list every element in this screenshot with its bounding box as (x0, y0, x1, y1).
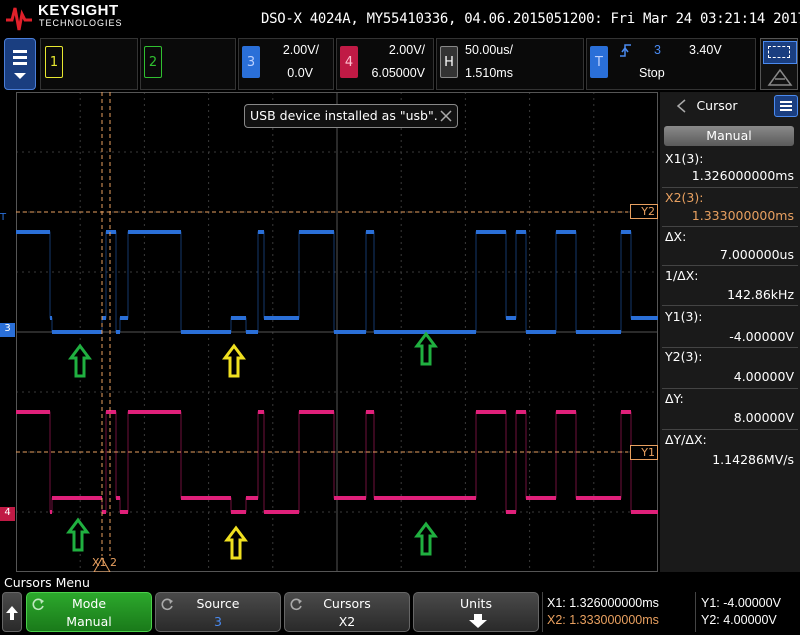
channel-1-number: 1 (45, 46, 63, 78)
horizontal-label: H (440, 46, 458, 78)
arrow-up-icon (6, 606, 18, 620)
arrow-down-icon (469, 614, 487, 628)
list-icon (780, 101, 792, 111)
inv-dx-value: 142.86kHz (727, 287, 794, 302)
inv-dx-label: 1/ΔX: (665, 268, 699, 283)
notification-text: USB device installed as "usb". (250, 108, 438, 123)
readout-y1: Y1: -4.00000V (701, 596, 781, 610)
dx-value: 7.000000us (719, 247, 794, 262)
green-arrow-icon (66, 517, 90, 552)
trigger-source: 3 (654, 43, 661, 57)
horizontal-box[interactable]: H 50.00us/ 1.510ms (436, 38, 584, 90)
y1-label: Y1(3): (665, 309, 703, 324)
trigger-level: 3.40V (689, 43, 722, 57)
mode-value: Manual (66, 614, 112, 629)
divider (662, 187, 798, 188)
source-softkey[interactable]: Source 3 (155, 592, 281, 632)
channel-4-number: 4 (340, 46, 358, 78)
mode-softkey[interactable]: Mode Manual (26, 592, 152, 632)
readout-y2: Y2: 4.00000V (701, 613, 777, 627)
x2-value: 1.333000000ms (691, 208, 794, 223)
channel-3-box[interactable]: 3 2.00V/ 0.0V (238, 38, 334, 90)
brand-subtitle: TECHNOLOGIES (39, 18, 123, 28)
channel-2-number: 2 (144, 46, 162, 78)
waveform-display[interactable] (16, 92, 658, 572)
trigger-marker: T (0, 212, 7, 223)
cursors-softkey[interactable]: Cursors X2 (284, 592, 410, 632)
timebase-value: 50.00us/ (465, 43, 513, 57)
green-arrow-icon (68, 343, 92, 378)
channel-4-box[interactable]: 4 2.00V/ 6.05000V (336, 38, 434, 90)
x1-label: X1(3): (665, 151, 704, 166)
ch3-ground-marker[interactable]: 3 (0, 323, 15, 337)
dx-label: ΔX: (665, 229, 687, 244)
y2-cursor-tag[interactable]: Y2 (630, 204, 658, 219)
divider (662, 429, 798, 430)
green-arrow-icon (414, 521, 438, 556)
divider (662, 347, 798, 348)
readout-x1: X1: 1.326000000ms (547, 596, 659, 610)
units-label: Units (460, 596, 492, 611)
y2-label: Y2(3): (665, 349, 703, 364)
ch4-ground-marker[interactable]: 4 (0, 507, 15, 521)
dydx-value: 1.14286MV/s (712, 452, 794, 467)
x2-cursor-tag[interactable]: 2 (110, 556, 117, 569)
divider (662, 388, 798, 389)
menu-up-button[interactable] (2, 592, 22, 632)
zoom-box-icon (763, 41, 797, 64)
instrument-status: DSO-X 4024A, MY55410336, 04.06.201505120… (261, 11, 800, 27)
cursor-readout: X1: 1.326000000ms X2: 1.333000000ms Y1: … (542, 592, 799, 632)
trigger-label: T (590, 46, 608, 78)
panel-menu-button[interactable] (774, 95, 798, 117)
units-softkey[interactable]: Units (413, 592, 539, 632)
yellow-arrow-icon (224, 525, 248, 560)
channel-1-box[interactable]: 1 (40, 38, 138, 90)
source-value: 3 (214, 614, 222, 629)
main-menu-button[interactable] (4, 38, 36, 90)
cursors-label: Cursors (323, 596, 371, 611)
rising-edge-icon (620, 44, 631, 57)
zoom-toggle[interactable] (760, 38, 798, 90)
cursor-mode-button[interactable]: Manual (664, 126, 794, 146)
run-state: Stop (639, 66, 665, 80)
source-label: Source (196, 596, 240, 611)
yellow-arrow-icon (222, 343, 246, 378)
y2-value: 4.00000V (733, 369, 794, 384)
keysight-logo-icon (6, 7, 32, 31)
channel-4-scale: 2.00V/ (388, 43, 425, 57)
menu-icon (13, 50, 27, 79)
close-icon[interactable] (439, 109, 453, 123)
y1-cursor-tag[interactable]: Y1 (630, 445, 658, 460)
menu-title: Cursors Menu (4, 575, 90, 590)
y1-value: -4.00000V (729, 329, 794, 344)
green-arrow-icon (414, 331, 438, 366)
channel-3-offset: 0.0V (287, 66, 313, 80)
usb-notification: USB device installed as "usb". (244, 104, 458, 128)
title-bar: KEYSIGHT TECHNOLOGIES DSO-X 4024A, MY554… (0, 0, 800, 36)
channel-2-box[interactable]: 2 (140, 38, 236, 90)
channel-4-offset: 6.05000V (371, 66, 425, 80)
x1-cursor-tag[interactable]: X1 (92, 556, 107, 569)
dydx-label: ΔY/ΔX: (665, 432, 707, 447)
channel-3-scale: 2.00V/ (282, 43, 319, 57)
back-arrow-icon[interactable] (674, 98, 688, 114)
mode-label: Mode (71, 596, 107, 611)
delay-value: 1.510ms (465, 66, 513, 80)
dy-value: 8.00000V (733, 410, 794, 425)
x1-value: 1.326000000ms (691, 168, 794, 183)
trigger-box[interactable]: T 3 3.40V Stop (586, 38, 756, 90)
x2-label: X2(3): (665, 190, 704, 205)
zoom-triangle-icon (767, 68, 793, 86)
dy-label: ΔY: (665, 391, 684, 406)
readout-x2: X2: 1.333000000ms (547, 613, 659, 627)
divider (662, 265, 798, 266)
brand-name: KEYSIGHT (38, 2, 119, 19)
cursors-value: X2 (338, 614, 356, 629)
divider (662, 305, 798, 306)
divider (662, 226, 798, 227)
channel-3-number: 3 (242, 46, 260, 78)
